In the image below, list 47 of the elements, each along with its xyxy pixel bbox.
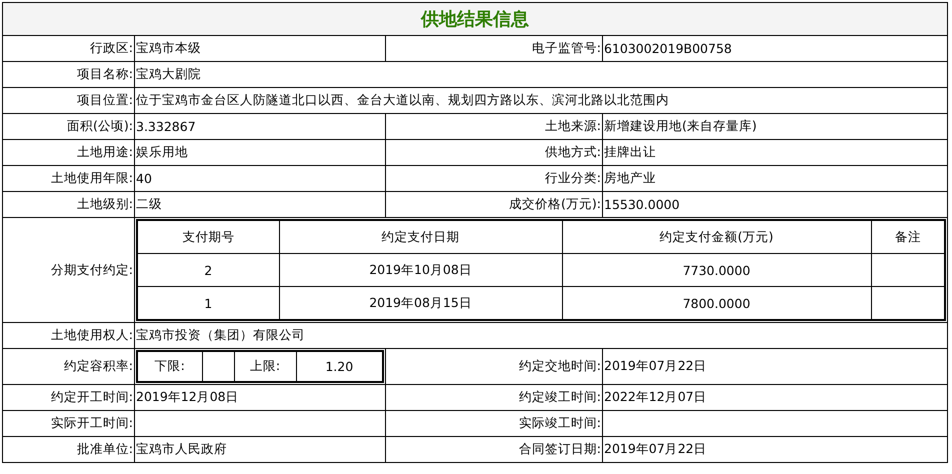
column-header: 约定支付日期 bbox=[279, 220, 562, 254]
field-value: 2019年07月22日 bbox=[602, 348, 948, 384]
field-label: 电子监管号: bbox=[386, 36, 602, 62]
field-value: 房地产业 bbox=[602, 166, 948, 192]
table-cell: 7730.0000 bbox=[562, 254, 871, 286]
field-label: 约定竣工时间: bbox=[386, 384, 602, 410]
field-value: 新增建设用地(来自存量库) bbox=[602, 114, 948, 140]
field-value: 2019年07月22日 bbox=[602, 436, 948, 462]
field-label: 土地来源: bbox=[386, 114, 602, 140]
field-label: 土地使用年限: bbox=[2, 166, 134, 192]
field-value: 2022年12月07日 bbox=[602, 384, 948, 410]
field-value: 位于宝鸡市金台区人防隧道北口以西、金台大道以南、规划四方路以东、滨河北路以北范围内 bbox=[134, 88, 948, 114]
field-label: 成交价格(万元): bbox=[386, 192, 602, 218]
field-value: 6103002019B00758 bbox=[602, 36, 948, 62]
field-label: 批准单位: bbox=[2, 436, 134, 462]
table-cell: 2019年10月08日 bbox=[279, 254, 562, 286]
field-label: 实际竣工时间: bbox=[386, 410, 602, 436]
field-label: 供地方式: bbox=[386, 140, 602, 166]
table-cell: 2 bbox=[137, 254, 279, 286]
field-label: 约定容积率: bbox=[2, 348, 134, 384]
column-header: 约定支付金额(万元) bbox=[562, 220, 871, 254]
field-value: 15530.0000 bbox=[602, 192, 948, 218]
field-value: 宝鸡市本级 bbox=[134, 36, 386, 62]
field-label: 行业分类: bbox=[386, 166, 602, 192]
field-label: 面积(公顷): bbox=[2, 114, 134, 140]
field-label: 合同签订日期: bbox=[386, 436, 602, 462]
field-value: 娱乐用地 bbox=[134, 140, 386, 166]
field-label: 项目位置: bbox=[2, 88, 134, 114]
field-value: 二级 bbox=[134, 192, 386, 218]
field-value: 挂牌出让 bbox=[602, 140, 948, 166]
field-value: 宝鸡市投资（集团）有限公司 bbox=[134, 322, 948, 348]
field-value: 宝鸡大剧院 bbox=[134, 62, 948, 88]
field-value: 2019年12月08日 bbox=[134, 384, 386, 410]
field-value: 3.332867 bbox=[134, 114, 386, 140]
field-value: 40 bbox=[134, 166, 386, 192]
page-title: 供地结果信息 bbox=[2, 2, 948, 36]
field-label: 实际开工时间: bbox=[2, 410, 134, 436]
column-header: 支付期号 bbox=[137, 220, 279, 254]
field-label: 约定交地时间: bbox=[386, 348, 602, 384]
field-label: 土地用途: bbox=[2, 140, 134, 166]
field-label: 土地使用权人: bbox=[2, 322, 134, 348]
field-label: 土地级别: bbox=[2, 192, 134, 218]
field-value: 宝鸡市人民政府 bbox=[134, 436, 386, 462]
field-label: 分期支付约定: bbox=[2, 218, 134, 322]
field-label: 约定开工时间: bbox=[2, 384, 134, 410]
field-label: 行政区: bbox=[2, 36, 134, 62]
field-label: 项目名称: bbox=[2, 62, 134, 88]
